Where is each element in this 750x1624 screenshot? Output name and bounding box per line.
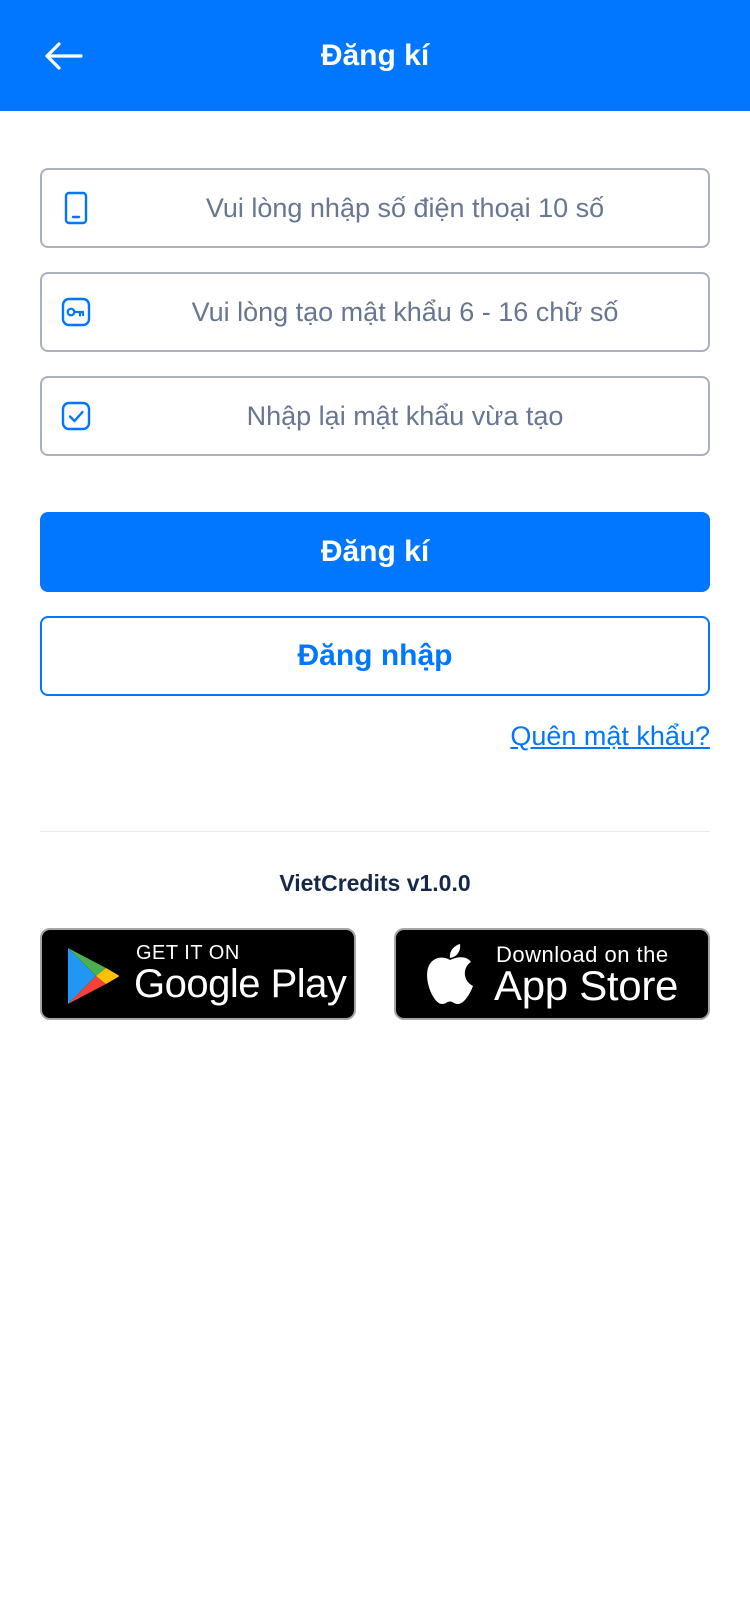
apple-icon xyxy=(427,944,473,1004)
arrow-left-icon xyxy=(45,42,83,70)
confirm-password-input[interactable] xyxy=(102,378,708,454)
password-field xyxy=(40,272,710,352)
password-input[interactable] xyxy=(102,274,708,350)
phone-field xyxy=(40,168,710,248)
forgot-password-link[interactable]: Quên mật khẩu? xyxy=(510,716,710,756)
google-play-badge[interactable]: GET IT ON Google Play xyxy=(40,928,356,1020)
login-button[interactable]: Đăng nhập xyxy=(40,616,710,696)
google-play-big-text: Google Play xyxy=(134,962,347,1006)
register-button[interactable]: Đăng kí xyxy=(40,512,710,592)
page-title: Đăng kí xyxy=(320,39,430,72)
key-icon xyxy=(58,294,94,330)
app-header: Đăng kí xyxy=(0,0,750,111)
confirm-password-field xyxy=(40,376,710,456)
check-box-icon xyxy=(58,398,94,434)
app-store-big-text: App Store xyxy=(494,962,679,1009)
app-store-badge[interactable]: Download on the App Store xyxy=(394,928,710,1020)
phone-icon xyxy=(58,190,94,226)
divider xyxy=(40,831,710,832)
phone-input[interactable] xyxy=(102,170,708,246)
google-play-icon xyxy=(68,948,119,1004)
app-version: VietCredits v1.0.0 xyxy=(279,870,471,896)
back-button[interactable] xyxy=(38,28,88,84)
